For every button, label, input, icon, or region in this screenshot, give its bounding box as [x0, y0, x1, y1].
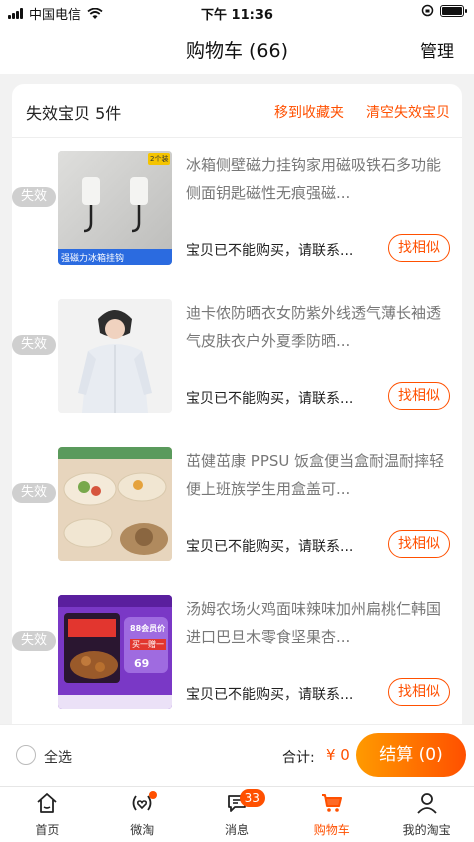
- thumbnail-badge: 2个装: [150, 155, 169, 163]
- status-bar: 中国电信 下午 11:36: [0, 0, 474, 24]
- cart-item[interactable]: 失效 迪卡侬防晒衣女防紫外线透气薄长袖透气皮肤衣户外夏季防晒... 宝贝已不能购…: [12, 299, 462, 447]
- notification-dot: [148, 791, 157, 799]
- tab-messages[interactable]: 33 消息: [190, 787, 285, 842]
- invalid-section-title: 失效宝贝 5件: [26, 104, 122, 123]
- product-thumbnail[interactable]: [58, 447, 172, 561]
- profile-icon: [416, 793, 437, 814]
- tab-my-taobao[interactable]: 我的淘宝: [379, 787, 474, 842]
- message-badge: 33: [239, 789, 265, 807]
- unavailable-status: 宝贝已不能购买，请联系...: [186, 391, 354, 407]
- battery-level: [442, 6, 462, 15]
- thumbnail-caption: 强磁力冰箱挂钩: [61, 254, 125, 264]
- total-label: 合计:: [282, 750, 315, 766]
- invalid-section-header: 失效宝贝 5件 移到收藏夹 清空失效宝贝: [12, 84, 462, 138]
- page-title: 购物车 (66): [185, 40, 289, 62]
- move-to-favorites-button[interactable]: 移到收藏夹: [274, 102, 344, 122]
- unavailable-status: 宝贝已不能购买，请联系...: [186, 687, 354, 703]
- unavailable-status: 宝贝已不能购买，请联系...: [186, 243, 354, 259]
- checkout-bar: 全选 合计: ¥ 0 结算 (0): [0, 724, 474, 786]
- manage-button[interactable]: 管理: [420, 37, 454, 62]
- checkout-button[interactable]: 结算 (0): [356, 733, 466, 777]
- tab-label: 购物车: [313, 823, 350, 837]
- cart-item[interactable]: 失效 强磁力冰箱挂钩 2个装 冰箱侧壁磁力挂钩家用磁吸铁石多功能侧面钥匙磁性无痕…: [12, 151, 462, 299]
- tab-home[interactable]: 首页: [0, 787, 95, 842]
- snack-package-image: [58, 595, 172, 709]
- thumbnail-price: 69: [134, 657, 150, 670]
- product-title[interactable]: 汤姆农场火鸡面味辣味加州扁桃仁韩国进口巴旦木零食坚果杏...: [186, 595, 448, 651]
- find-similar-button[interactable]: 找相似: [388, 678, 450, 706]
- clear-invalid-button[interactable]: 清空失效宝贝: [366, 102, 450, 122]
- invalid-tag: 失效: [12, 631, 56, 651]
- tab-label: 消息: [224, 823, 249, 837]
- sun-protection-jacket-image: [58, 299, 172, 413]
- tab-cart[interactable]: 购物车: [284, 787, 379, 842]
- total-amount: ¥ 0: [326, 746, 350, 764]
- product-title[interactable]: 迪卡侬防晒衣女防紫外线透气薄长袖透气皮肤衣户外夏季防晒...: [186, 299, 448, 355]
- unavailable-status: 宝贝已不能购买，请联系...: [186, 539, 354, 555]
- product-title[interactable]: 冰箱侧壁磁力挂钩家用磁吸铁石多功能侧面钥匙磁性无痕强磁...: [186, 151, 448, 207]
- thumbnail-promo: 88会员价: [130, 624, 166, 633]
- product-thumbnail[interactable]: 88会员价 买一赠一 69: [58, 595, 172, 709]
- cart-item[interactable]: 失效 茁健茁康 PPSU 饭盒便当盒耐温耐摔轻便上班族学生用盒盖可... 宝贝已…: [12, 447, 462, 595]
- orientation-lock-icon: [421, 4, 434, 17]
- battery-icon: [440, 4, 467, 17]
- find-similar-button[interactable]: 找相似: [388, 382, 450, 410]
- home-icon: [37, 793, 57, 813]
- invalid-tag: 失效: [12, 335, 56, 355]
- cart-icon: [321, 794, 342, 812]
- invalid-items-card: 失效宝贝 5件 移到收藏夹 清空失效宝贝 失效 强磁力冰箱挂钩 2个装 冰箱侧壁…: [12, 84, 462, 724]
- tab-label: 我的淘宝: [402, 823, 451, 837]
- find-similar-button[interactable]: 找相似: [388, 530, 450, 558]
- find-similar-button[interactable]: 找相似: [388, 234, 450, 262]
- thumbnail-promo2: 买一赠一: [130, 639, 166, 650]
- select-all-label[interactable]: 全选: [44, 747, 72, 767]
- status-time: 下午 11:36: [201, 8, 273, 23]
- invalid-tag: 失效: [12, 483, 56, 503]
- select-all-radio[interactable]: [16, 745, 36, 765]
- tab-weitao[interactable]: 微淘: [95, 787, 190, 842]
- product-thumbnail[interactable]: 强磁力冰箱挂钩 2个装: [58, 151, 172, 265]
- product-thumbnail[interactable]: [58, 299, 172, 413]
- cart-item[interactable]: 失效 88会员价 买一赠一 69 汤姆农场火鸡面味辣味加州扁桃仁韩国进口巴旦木零…: [12, 595, 462, 724]
- tab-label: 微淘: [130, 823, 155, 837]
- magnetic-hooks-image: [58, 151, 172, 265]
- bottom-tab-bar: 首页 微淘 33 消息 购物车 我的淘宝: [0, 786, 474, 842]
- invalid-tag: 失效: [12, 187, 56, 207]
- tab-label: 首页: [35, 823, 60, 837]
- nav-bar: 购物车 (66) 管理: [0, 24, 474, 74]
- status-right: [421, 4, 467, 17]
- product-title[interactable]: 茁健茁康 PPSU 饭盒便当盒耐温耐摔轻便上班族学生用盒盖可...: [186, 447, 448, 503]
- lunch-box-image: [58, 447, 172, 561]
